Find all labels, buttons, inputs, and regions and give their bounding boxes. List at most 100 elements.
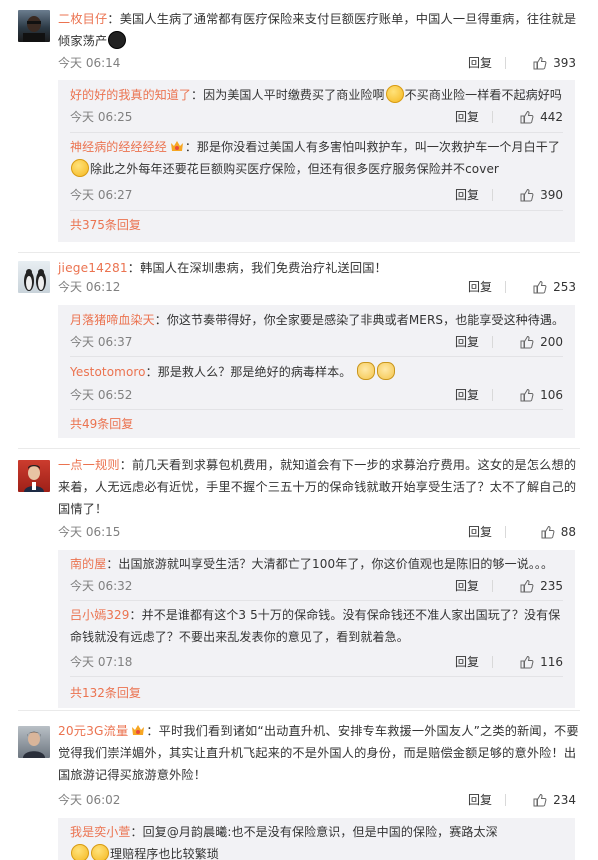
comment-text: 韩国人在深圳患病，我们免费治疗礼送回国！	[140, 261, 387, 275]
comment-time: 今天 06:15	[58, 525, 121, 539]
reply-username[interactable]: 我是奕小萱	[70, 825, 131, 839]
reply-username[interactable]: 月落猪啼血染天	[70, 313, 155, 327]
meta-divider	[492, 656, 493, 668]
comment-divider	[18, 252, 580, 253]
comment-body: 20元3G流量 ：平时我们看到诸如“出动直升机、安排专车救援一外国友人”之类的新闻…	[58, 724, 579, 782]
meta-divider	[505, 794, 506, 806]
reply-button[interactable]: 回复	[455, 108, 479, 126]
avatar[interactable]	[18, 460, 50, 492]
reply-button[interactable]: 回复	[455, 577, 479, 595]
comment-thread: 二枚目仔：美国人生病了通常都有医疗保险来支付巨额医疗账单，中国人一旦得重病，往往…	[0, 0, 598, 255]
reply-button[interactable]: 回复	[468, 54, 492, 72]
comment-username[interactable]: 20元3G流量	[58, 724, 128, 738]
reply-meta: 今天 06:32 回复 235	[70, 577, 563, 595]
comment-body: jiege14281：韩国人在深圳患病，我们免费治疗礼送回国！	[58, 261, 387, 275]
thumbs-up-icon	[520, 335, 534, 349]
reply-divider	[70, 356, 563, 357]
reply-box: 南的屋：出国旅游就叫享受生活？大清都亡了100年了，你这价值观也是陈旧的够一说。…	[58, 550, 575, 708]
like-count: 234	[553, 793, 576, 807]
meta-divider	[492, 336, 493, 348]
reply-meta: 今天 06:25 回复 442	[70, 108, 563, 126]
reply-time: 今天 06:27	[70, 188, 133, 202]
like-count: 253	[553, 280, 576, 294]
avatar[interactable]	[18, 261, 50, 293]
meta-divider	[492, 111, 493, 123]
reply-button[interactable]: 回复	[468, 278, 492, 296]
like-button[interactable]: 116	[520, 653, 563, 671]
cat-emoji-icon	[377, 362, 396, 380]
like-count: 116	[540, 655, 563, 669]
comment-meta: 今天 06:12 回复 253	[58, 278, 576, 296]
like-button[interactable]: 253	[533, 278, 576, 296]
reply-button[interactable]: 回复	[468, 523, 492, 541]
reply-divider	[70, 409, 563, 410]
comment-divider	[18, 710, 580, 711]
comment-username[interactable]: 二枚目仔	[58, 12, 107, 26]
reply-box: 月落猪啼血染天：你这节奏带得好，你全家要是感染了非典或者MERS，也能享受这种待…	[58, 305, 575, 438]
reply-divider	[70, 210, 563, 211]
reply-button[interactable]: 回复	[455, 653, 479, 671]
comment-thread: 一点一规则：前几天看到求募包机费用，就知道会有下一步的求募治疗费用。这女的是怎么…	[0, 450, 598, 710]
reply-meta: 今天 06:27 回复 390	[70, 186, 563, 204]
avatar[interactable]	[18, 10, 50, 42]
reply-meta: 今天 07:18 回复 116	[70, 653, 563, 671]
reply-box: 好的好的我真的知道了：因为美国人平时缴费买了商业险啊 不买商业险一样看不起病好吗 …	[58, 80, 575, 242]
reply-button[interactable]: 回复	[468, 791, 492, 809]
more-replies-link[interactable]: 共132条回复	[70, 684, 141, 702]
like-count: 106	[540, 388, 563, 402]
sub-reply-body: 月落猪啼血染天：你这节奏带得好，你全家要是感染了非典或者MERS，也能享受这种待…	[70, 313, 565, 327]
vip-badge-icon	[132, 725, 145, 735]
comment-username[interactable]: jiege14281	[58, 261, 128, 275]
reply-divider	[70, 676, 563, 677]
thumbs-up-icon	[520, 188, 534, 202]
comment-meta: 今天 06:15 回复 88	[58, 523, 576, 541]
reply-username[interactable]: 南的屋	[70, 557, 106, 571]
more-replies-link[interactable]: 共49条回复	[70, 415, 133, 433]
reply-username[interactable]: 好的好的我真的知道了	[70, 88, 191, 102]
reply-username[interactable]: 吕小嫣329	[70, 608, 130, 622]
reply-divider	[70, 132, 563, 133]
thumbs-up-icon	[533, 793, 547, 807]
more-replies-link[interactable]: 共375条回复	[70, 216, 141, 234]
sub-reply-body: 南的屋：出国旅游就叫享受生活？大清都亡了100年了，你这价值观也是陈旧的够一说。…	[70, 557, 554, 571]
thumbs-up-icon	[541, 525, 555, 539]
cry-emoji-icon	[91, 844, 109, 860]
comment-username[interactable]: 一点一规则	[58, 458, 120, 472]
like-button[interactable]: 200	[520, 333, 563, 351]
like-button[interactable]: 235	[520, 577, 563, 595]
like-button[interactable]: 88	[541, 523, 576, 541]
comment-meta: 今天 06:14 回复 393	[58, 54, 576, 72]
reply-button[interactable]: 回复	[455, 333, 479, 351]
smile-emoji-icon	[71, 159, 89, 177]
like-count: 235	[540, 579, 563, 593]
sub-reply-body: 好的好的我真的知道了：因为美国人平时缴费买了商业险啊 不买商业险一样看不起病好吗	[70, 84, 565, 106]
like-button[interactable]: 234	[533, 791, 576, 809]
comment-time: 今天 06:02	[58, 793, 121, 807]
sub-reply-body: Yestotomoro：那是救人么？那是绝好的病毒样本。	[70, 361, 565, 383]
meta-divider	[492, 389, 493, 401]
like-count: 88	[560, 525, 576, 539]
sub-reply-body: 吕小嫣329：并不是谁都有这个3 5十万的保命钱。没有保命钱还不准人家出国玩了？…	[70, 608, 561, 644]
comment-body: 一点一规则：前几天看到求募包机费用，就知道会有下一步的求募治疗费用。这女的是怎么…	[58, 458, 577, 516]
like-button[interactable]: 106	[520, 386, 563, 404]
like-count: 393	[553, 56, 576, 70]
reply-username[interactable]: Yestotomoro	[70, 365, 146, 379]
reply-username[interactable]: 神经病的经经经经	[70, 140, 167, 154]
avatar[interactable]	[18, 726, 50, 758]
like-button[interactable]: 390	[520, 186, 563, 204]
like-count: 200	[540, 335, 563, 349]
like-button[interactable]: 393	[533, 54, 576, 72]
avatar-portrait-icon	[24, 465, 44, 492]
like-button[interactable]: 442	[520, 108, 563, 126]
reply-box: 我是奕小萱：回复@月韵晨曦:也不是没有保险意识，但是中国的保险，赛路太深理赔程序…	[58, 818, 575, 860]
comment-thread: jiege14281：韩国人在深圳患病，我们免费治疗礼送回国！ 今天 06:12…	[0, 255, 598, 450]
reply-button[interactable]: 回复	[455, 386, 479, 404]
meta-divider	[505, 57, 506, 69]
reply-button[interactable]: 回复	[455, 186, 479, 204]
sunglasses-emoji-icon	[108, 31, 127, 49]
comment-time: 今天 06:14	[58, 56, 121, 70]
reply-meta: 今天 06:37 回复 200	[70, 333, 563, 351]
sub-reply-body: 神经病的经经经经 ：那是你没看过美国人有多害怕叫救护车，叫一次救护车一个月白干了除…	[70, 140, 560, 177]
meta-divider	[492, 189, 493, 201]
thumbs-up-icon	[520, 388, 534, 402]
